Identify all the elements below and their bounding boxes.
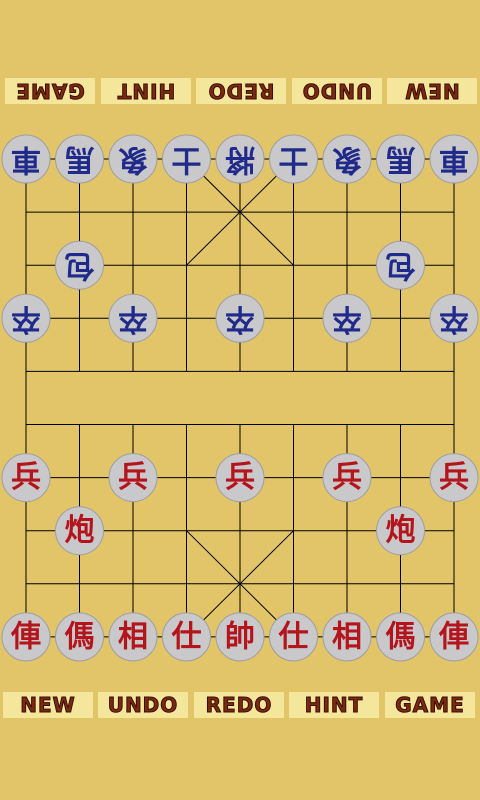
blue-horse-piece[interactable]: 馬 (55, 134, 104, 184)
piece-glyph: 士 (172, 142, 202, 177)
blue-general-piece[interactable]: 將 (215, 134, 265, 184)
hint-button[interactable]: HINT (289, 692, 379, 718)
red-horse-piece[interactable]: 傌 (55, 612, 104, 662)
red-cannon-piece[interactable]: 炮 (55, 506, 104, 556)
piece-glyph: 仕 (278, 619, 309, 654)
blue-cannon-piece[interactable]: 包 (55, 240, 104, 290)
piece-glyph: 俥 (10, 619, 41, 654)
piece-glyph: 兵 (332, 460, 362, 495)
piece-glyph: 傌 (65, 619, 95, 654)
blue-elephant-piece[interactable]: 象 (108, 134, 158, 184)
piece-glyph: 兵 (439, 460, 469, 495)
blue-soldier-piece[interactable]: 卒 (322, 293, 372, 343)
red-general-piece[interactable]: 帥 (215, 612, 265, 662)
piece-glyph: 馬 (65, 142, 95, 177)
piece-glyph: 炮 (65, 513, 95, 548)
piece-glyph: 卒 (439, 301, 469, 336)
blue-soldier-piece[interactable]: 卒 (429, 293, 479, 343)
blue-soldier-piece[interactable]: 卒 (108, 293, 158, 343)
piece-glyph: 車 (11, 142, 41, 177)
blue-horse-piece[interactable]: 馬 (376, 134, 425, 184)
piece-glyph: 傌 (386, 619, 416, 654)
new-button[interactable]: NEW (3, 692, 93, 718)
red-soldier-piece[interactable]: 兵 (322, 453, 372, 503)
piece-glyph: 帥 (225, 619, 255, 654)
piece-glyph: 馬 (386, 142, 416, 177)
blue-soldier-piece[interactable]: 卒 (1, 293, 51, 343)
redo-button[interactable]: REDO (194, 692, 284, 718)
xiangqi-board[interactable]: 車馬象士將士象馬車包 包卒卒卒卒卒兵兵兵兵兵炮 炮俥傌相仕帥仕相傌俥 (0, 0, 480, 800)
board-grid (25, 158, 455, 638)
piece-glyph: 卒 (118, 301, 148, 336)
red-elephant-piece[interactable]: 相 (322, 612, 372, 662)
piece-glyph: 俥 (438, 619, 469, 654)
piece-glyph: 象 (118, 142, 148, 177)
blue-rook-piece[interactable]: 車 (429, 134, 479, 184)
piece-glyph: 士 (279, 142, 309, 177)
piece-glyph: 包 (386, 248, 416, 283)
blue-rook-piece[interactable]: 車 (1, 134, 51, 184)
blue-cannon-piece[interactable]: 包 (376, 240, 425, 290)
red-chariot-piece[interactable]: 俥 (429, 612, 479, 662)
red-soldier-piece[interactable]: 兵 (1, 453, 51, 503)
piece-glyph: 車 (439, 142, 469, 177)
piece-glyph: 相 (118, 619, 148, 654)
piece-glyph: 卒 (11, 301, 41, 336)
piece-glyph: 兵 (11, 460, 41, 495)
red-horse-piece[interactable]: 傌 (376, 612, 425, 662)
blue-elephant-piece[interactable]: 象 (322, 134, 372, 184)
game-button[interactable]: GAME (385, 692, 475, 718)
piece-glyph: 卒 (225, 301, 255, 336)
blue-advisor-piece[interactable]: 士 (269, 134, 318, 184)
blue-soldier-piece[interactable]: 卒 (215, 293, 265, 343)
red-elephant-piece[interactable]: 相 (108, 612, 158, 662)
red-advisor-piece[interactable]: 仕 (162, 612, 211, 662)
red-soldier-piece[interactable]: 兵 (108, 453, 158, 503)
piece-glyph: 將 (225, 142, 255, 177)
piece-glyph: 包 (65, 248, 95, 283)
red-advisor-piece[interactable]: 仕 (269, 612, 318, 662)
piece-glyph: 仕 (171, 619, 202, 654)
undo-button[interactable]: UNDO (98, 692, 188, 718)
piece-glyph: 相 (332, 619, 362, 654)
piece-glyph: 卒 (332, 301, 362, 336)
red-soldier-piece[interactable]: 兵 (215, 453, 265, 503)
red-chariot-piece[interactable]: 俥 (1, 612, 51, 662)
piece-glyph: 兵 (118, 460, 148, 495)
red-soldier-piece[interactable]: 兵 (429, 453, 479, 503)
piece-glyph: 炮 (386, 513, 416, 548)
blue-advisor-piece[interactable]: 士 (162, 134, 211, 184)
piece-glyph: 兵 (225, 460, 255, 495)
piece-glyph: 象 (332, 142, 362, 177)
bottom-toolbar: NEW UNDO REDO HINT GAME (0, 692, 480, 718)
red-cannon-piece[interactable]: 炮 (376, 506, 425, 556)
